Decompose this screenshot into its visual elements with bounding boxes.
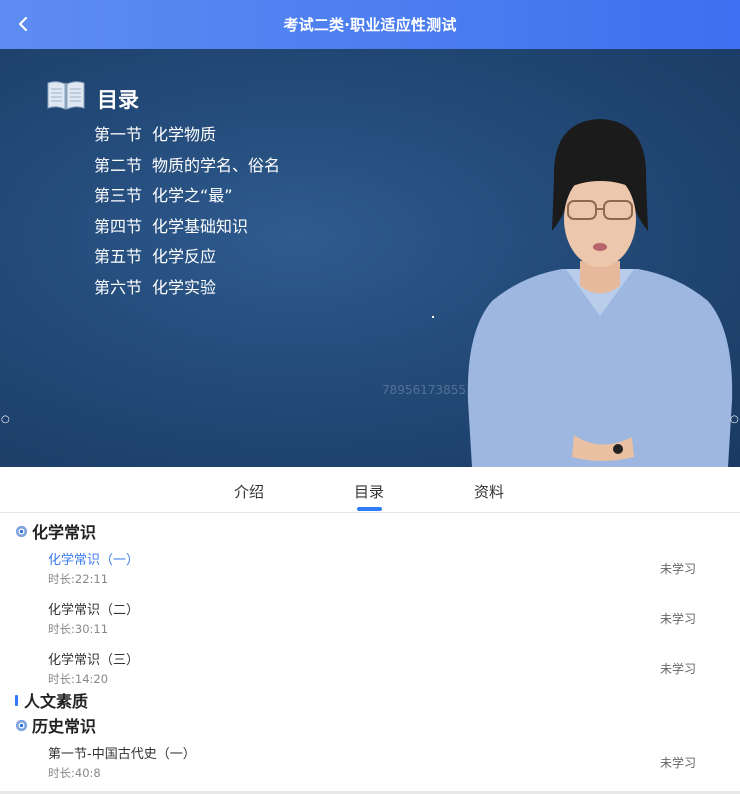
slide-toc-list: 第一节 化学物质 第二节 物质的学名、俗名 第三节 化学之“最” 第四节 化学基础知识 … (94, 124, 280, 307)
lesson-row[interactable]: 化学常识（一） 时长:22:11 未学习 (0, 549, 740, 595)
lesson-duration: 时长:14:20 (48, 672, 109, 686)
lesson-status: 未学习 (660, 562, 697, 576)
app-header: 考试二类·职业适应性测试 (0, 0, 740, 49)
section-header[interactable]: 化学常识 (15, 519, 96, 543)
page-title: 考试二类·职业适应性测试 (283, 16, 457, 34)
chevron-left-icon (18, 16, 28, 32)
slide-toc-item: 第二节 物质的学名、俗名 (94, 155, 281, 175)
slide-toc-item: 第六节 化学实验 (94, 277, 217, 297)
lesson-row[interactable]: 化学常识（三） 时长:14:20 未学习 (0, 649, 740, 695)
section-header[interactable]: 历史常识 (15, 713, 96, 737)
lesson-duration: 时长:30:11 (48, 622, 109, 636)
lesson-status: 未学习 (660, 756, 697, 770)
slide-toc-item: 第五节 化学反应 (94, 247, 217, 266)
lesson-title: 化学常识（一） (48, 553, 140, 568)
lesson-status: 未学习 (660, 612, 697, 626)
slide-toc-item: 第四节 化学基础知识 (94, 216, 249, 236)
chapter-header[interactable]: 人文素质 (15, 688, 88, 712)
tab-bar: 介绍 目录 资料 (0, 467, 740, 513)
slide-title: 目录 (97, 88, 139, 112)
section-title: 化学常识 (32, 523, 97, 542)
video-player[interactable]: 目录 第一节 化学物质 第二节 物质的学名、俗名 第三节 化学之“最” 第四节 化学基础… (0, 49, 740, 467)
lesson-row[interactable]: 第一节-中国古代史（一） 时长:40:8 未学习 (0, 743, 740, 789)
tab-catalog[interactable]: 目录 (354, 481, 384, 502)
back-button[interactable] (10, 10, 38, 38)
chapter-title: 人文素质 (24, 692, 89, 711)
video-watermark: 78956173855 (382, 383, 466, 397)
slide-toc-item: 第三节 化学之“最” (94, 186, 233, 205)
gear-icon (15, 719, 28, 731)
gear-icon (15, 525, 28, 537)
chapter-marker (15, 694, 18, 706)
lesson-title: 化学常识（三） (48, 653, 140, 668)
section-title: 历史常识 (32, 717, 97, 736)
tab-intro[interactable]: 介绍 (234, 481, 264, 502)
lesson-title: 化学常识（二） (48, 603, 140, 618)
presenter-image (467, 119, 733, 467)
right-edge-handle-icon[interactable]: ○ (730, 414, 739, 425)
lesson-status: 未学习 (660, 662, 697, 676)
tab-materials[interactable]: 资料 (474, 481, 504, 502)
lesson-duration: 时长:22:11 (48, 572, 109, 586)
active-tab-indicator (357, 507, 382, 511)
lesson-title: 第一节-中国古代史（一） (48, 747, 196, 762)
slide-dot (432, 316, 434, 318)
slide-toc-item: 第一节 化学物质 (94, 125, 217, 144)
lesson-row[interactable]: 化学常识（二） 时长:30:11 未学习 (0, 599, 740, 645)
lesson-duration: 时长:40:8 (48, 766, 101, 780)
book-icon (47, 81, 85, 110)
left-edge-handle-icon[interactable]: ○ (1, 414, 10, 425)
